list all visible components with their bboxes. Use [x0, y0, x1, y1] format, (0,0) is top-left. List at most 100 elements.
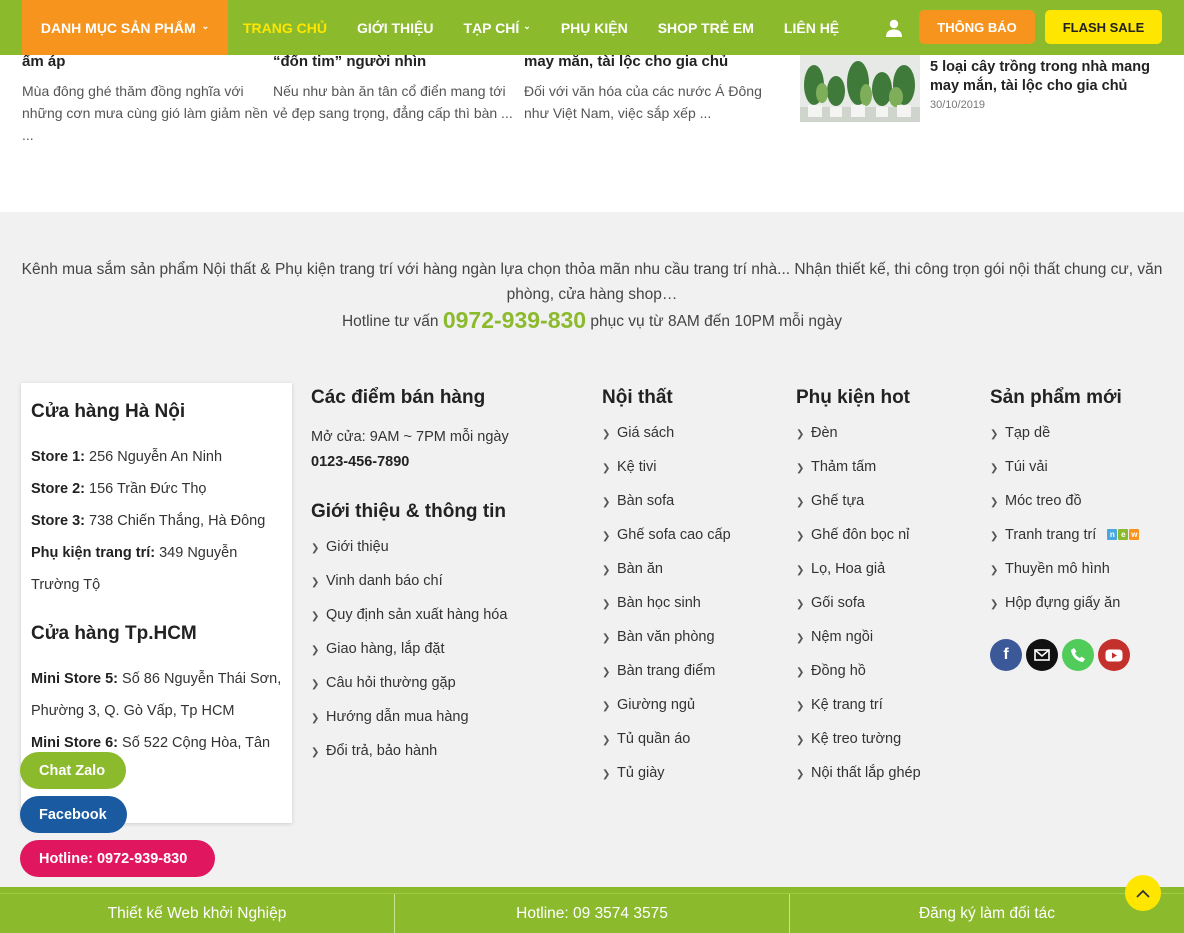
- footer-link[interactable]: ❯ Bàn học sinh: [602, 595, 731, 629]
- chevron-right-icon: ❯: [602, 497, 611, 508]
- nav-link-contact[interactable]: LIÊN HỆ: [784, 20, 839, 36]
- footer-link[interactable]: ❯ Giá sách: [602, 425, 731, 459]
- phone-icon[interactable]: [1062, 639, 1094, 671]
- nav-link-home[interactable]: TRANG CHỦ: [243, 20, 327, 36]
- hotline-number[interactable]: 0972-939-830: [443, 307, 586, 333]
- footer-link[interactable]: ❯ Ghế đôn bọc nỉ: [796, 527, 921, 561]
- chat-zalo-button[interactable]: Chat Zalo: [20, 752, 126, 789]
- new-badge-icon: new: [1107, 529, 1140, 540]
- link-label: Ghế sofa cao cấp: [617, 527, 731, 543]
- footer-link[interactable]: ❯ Móc treo đồ: [990, 493, 1140, 527]
- store-label: Mini Store 6:: [31, 735, 119, 751]
- footer-link[interactable]: ❯ Tủ giày: [602, 765, 731, 799]
- facebook-icon[interactable]: f: [990, 639, 1022, 671]
- nav-link-label: GIỚI THIỆU: [357, 19, 434, 36]
- footer-link[interactable]: ❯ Bàn trang điểm: [602, 663, 731, 697]
- side-article[interactable]: 5 loại cây trồng trong nhà mang may mắn,…: [800, 55, 1160, 122]
- article-card[interactable]: ấm áp Mùa đông ghé thăm đồng nghĩa với n…: [22, 50, 272, 146]
- footer-link[interactable]: ❯ Thảm tấm: [796, 459, 921, 493]
- chevron-right-icon: ❯: [796, 701, 805, 712]
- footer-link[interactable]: ❯ Gối sofa: [796, 595, 921, 629]
- link-label: Tranh trang trí: [1005, 527, 1097, 543]
- youtube-icon[interactable]: [1098, 639, 1130, 671]
- footer-link[interactable]: ❯ Kệ trang trí: [796, 697, 921, 731]
- footer-link[interactable]: ❯ Đèn: [796, 425, 921, 459]
- footer-link[interactable]: ❯ Bàn ăn: [602, 561, 731, 595]
- chevron-right-icon: ❯: [602, 701, 611, 712]
- scroll-to-top-button[interactable]: [1125, 875, 1161, 911]
- article-card[interactable]: may mắn, tài lộc cho gia chủ Đối với văn…: [524, 50, 774, 124]
- bottom-hotline-link[interactable]: Hotline: 09 3574 3575: [395, 894, 790, 933]
- footer-link[interactable]: ❯ Quy định sản xuất hàng hóa: [311, 607, 509, 641]
- chevron-right-icon: ❯: [602, 429, 611, 440]
- link-label: Vinh danh báo chí: [326, 573, 443, 589]
- footer-link[interactable]: ❯ Hộp đựng giấy ăn: [990, 595, 1140, 629]
- flash-sale-button[interactable]: FLASH SALE: [1045, 10, 1162, 44]
- chevron-right-icon: ❯: [796, 497, 805, 508]
- email-icon[interactable]: [1026, 639, 1058, 671]
- partner-signup-link[interactable]: Đăng ký làm đối tác: [790, 894, 1184, 933]
- hotline-button[interactable]: Hotline: 0972-939-830: [20, 840, 215, 877]
- nav-link-magazine[interactable]: TẠP CHÍ ⌄: [464, 20, 531, 36]
- chevron-right-icon: ❯: [311, 577, 320, 588]
- info-title: Giới thiệu & thông tin: [311, 501, 507, 522]
- footer-link[interactable]: ❯ Thuyền mô hình: [990, 561, 1140, 595]
- footer-link[interactable]: ❯ Nội thất lắp ghép: [796, 765, 921, 799]
- chevron-down-icon: ⌄: [201, 21, 210, 31]
- side-article-title[interactable]: 5 loại cây trồng trong nhà mang may mắn,…: [930, 58, 1160, 96]
- new-products-title: Sản phẩm mới: [990, 387, 1122, 408]
- nav-links: TRANG CHỦ GIỚI THIỆU TẠP CHÍ ⌄ PHỤ KIỆN S…: [243, 0, 869, 55]
- footer-link[interactable]: ❯ Tranh trang trí new: [990, 527, 1140, 561]
- footer-link[interactable]: ❯ Tạp dề: [990, 425, 1140, 459]
- chevron-right-icon: ❯: [796, 735, 805, 746]
- link-label: Tủ giày: [617, 765, 665, 781]
- link-label: Nệm ngồi: [811, 629, 874, 645]
- link-label: Đổi trả, bảo hành: [326, 743, 438, 759]
- footer-link[interactable]: ❯ Đồng hồ: [796, 663, 921, 697]
- nav-link-kids-shop[interactable]: SHOP TRẺ EM: [658, 20, 754, 36]
- chevron-right-icon: ❯: [796, 667, 805, 678]
- footer-link[interactable]: ❯ Giường ngủ: [602, 697, 731, 731]
- article-excerpt: Đối với văn hóa của các nước Á Đông như …: [524, 83, 762, 121]
- footer-link[interactable]: ❯ Lọ, Hoa giả: [796, 561, 921, 595]
- footer-link[interactable]: ❯ Giới thiệu: [311, 539, 509, 573]
- category-menu-button[interactable]: DANH MỤC SẢN PHẨM ⌄: [22, 0, 228, 55]
- link-label: Giá sách: [617, 425, 675, 441]
- nav-link-label: TRANG CHỦ: [243, 19, 327, 36]
- notification-button[interactable]: THÔNG BÁO: [919, 10, 1035, 44]
- footer-link[interactable]: ❯ Đổi trả, bảo hành: [311, 743, 509, 777]
- footer-link[interactable]: ❯ Giao hàng, lắp đặt: [311, 641, 509, 675]
- chevron-right-icon: ❯: [990, 565, 999, 576]
- nav-link-about[interactable]: GIỚI THIỆU: [357, 20, 434, 36]
- chevron-right-icon: ❯: [602, 565, 611, 576]
- nav-link-accessories[interactable]: PHỤ KIỆN: [561, 20, 628, 36]
- footer-link[interactable]: ❯ Nệm ngồi: [796, 629, 921, 663]
- article-card[interactable]: “đốn tim” người nhìn Nếu như bàn ăn tân …: [273, 50, 523, 124]
- footer-link[interactable]: ❯ Ghế tựa: [796, 493, 921, 527]
- footer-link[interactable]: ❯ Câu hỏi thường gặp: [311, 675, 509, 709]
- web-design-link[interactable]: Thiết kế Web khởi Nghiệp: [0, 894, 395, 933]
- chevron-right-icon: ❯: [311, 679, 320, 690]
- footer-link[interactable]: ❯ Hướng dẫn mua hàng: [311, 709, 509, 743]
- link-label: Câu hỏi thường gặp: [326, 675, 456, 691]
- footer-link[interactable]: ❯ Bàn sofa: [602, 493, 731, 527]
- footer-link[interactable]: ❯ Ghế sofa cao cấp: [602, 527, 731, 561]
- chevron-right-icon: ❯: [796, 633, 805, 644]
- article-excerpt: Nếu như bàn ăn tân cổ điển mang tới vẻ đ…: [273, 83, 513, 121]
- footer-link[interactable]: ❯ Bàn văn phòng: [602, 629, 731, 663]
- footer-link[interactable]: ❯ Túi vải: [990, 459, 1140, 493]
- footer-link[interactable]: ❯ Vinh danh báo chí: [311, 573, 509, 607]
- social-icons: f: [990, 639, 1130, 671]
- sales-points-column: Các điểm bán hàng Mở cửa: 9AM ~ 7PM mỗi …: [311, 387, 509, 777]
- footer: Kênh mua sắm sản phẩm Nội thất & Phụ kiệ…: [0, 212, 1184, 887]
- store-phone[interactable]: 0123-456-7890: [311, 450, 509, 475]
- footer-link[interactable]: ❯ Kệ treo tường: [796, 731, 921, 765]
- footer-link[interactable]: ❯ Kệ tivi: [602, 459, 731, 493]
- article-thumbnail[interactable]: [800, 55, 920, 122]
- potted-plants-image: [800, 55, 920, 122]
- facebook-button[interactable]: Facebook: [20, 796, 127, 833]
- link-label: Đồng hồ: [811, 663, 866, 679]
- footer-link[interactable]: ❯ Tủ quần áo: [602, 731, 731, 765]
- user-account-icon[interactable]: [884, 18, 904, 38]
- chevron-right-icon: ❯: [990, 531, 999, 542]
